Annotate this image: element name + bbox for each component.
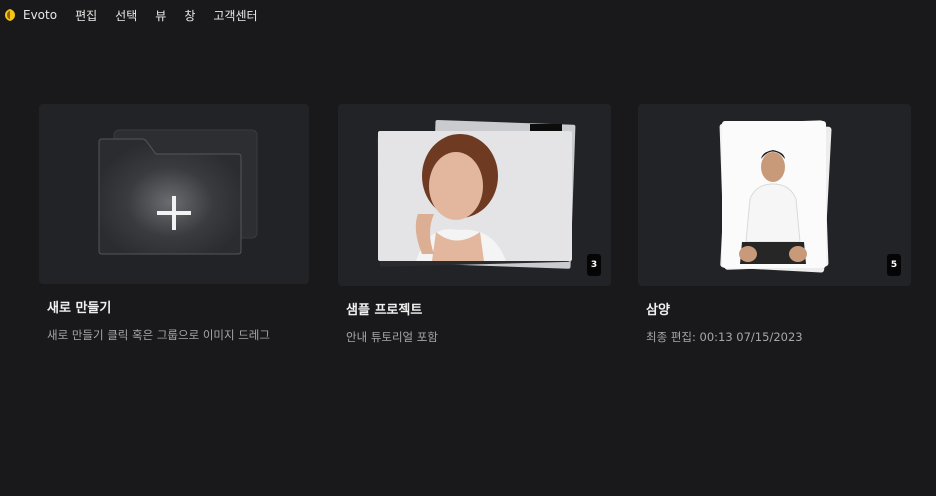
sample-project-thumbnail[interactable]: 3 <box>338 104 611 286</box>
menu-select[interactable]: 선택 <box>115 7 137 24</box>
menu-view[interactable]: 뷰 <box>155 7 166 24</box>
samyang-project-thumbnail[interactable]: 5 <box>638 104 911 286</box>
evoto-logo-icon[interactable] <box>5 9 15 21</box>
portrait-head <box>761 152 785 182</box>
card-title: 새로 만들기 <box>47 301 112 316</box>
new-project-card[interactable]: 새로 만들기 새로 만들기 클릭 혹은 그룹으로 이미지 드레그 <box>39 104 309 344</box>
card-title: 샘플 프로젝트 <box>346 303 423 318</box>
folder-plus-icon <box>98 129 258 255</box>
photo-stack <box>719 120 832 273</box>
card-subtitle: 최종 편집: 00:13 07/15/2023 <box>646 330 803 344</box>
photo-count-badge: 3 <box>587 254 601 276</box>
card-subtitle: 안내 튜토리얼 포함 <box>346 330 438 344</box>
photo-stack <box>376 120 576 269</box>
menu-edit[interactable]: 편집 <box>75 7 97 24</box>
menu-support[interactable]: 고객센터 <box>213 7 257 24</box>
menu-app-name[interactable]: Evoto <box>23 8 57 22</box>
photo-count-badge: 5 <box>887 254 901 276</box>
menu-bar: Evoto 편집 선택 뷰 창 고객센터 <box>0 0 936 30</box>
new-project-thumbnail[interactable] <box>39 104 309 284</box>
samyang-project-card[interactable]: 5 삼양 최종 편집: 00:13 07/15/2023 <box>638 104 911 344</box>
portrait-face <box>429 152 483 220</box>
card-subtitle: 새로 만들기 클릭 혹은 그룹으로 이미지 드레그 <box>47 328 270 342</box>
menu-window[interactable]: 창 <box>184 7 195 24</box>
card-title: 삼양 <box>646 303 670 318</box>
sample-project-card[interactable]: 3 샘플 프로젝트 안내 튜토리얼 포함 <box>338 104 611 344</box>
